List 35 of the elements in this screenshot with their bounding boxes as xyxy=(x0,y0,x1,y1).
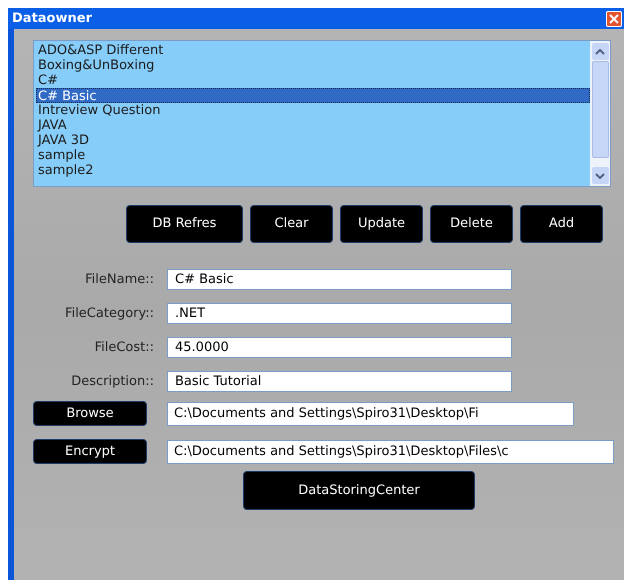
input-field[interactable]: 45.0000 xyxy=(167,337,512,358)
toolbar-button[interactable]: DB Refres xyxy=(126,205,243,243)
field-label: FileCost:: xyxy=(94,338,154,357)
list-item[interactable]: sample xyxy=(38,148,590,163)
window-title: Dataowner xyxy=(12,10,92,28)
list-item[interactable]: Boxing&UnBoxing xyxy=(38,58,590,73)
field-label: FileName:: xyxy=(84,270,154,289)
scroll-up-icon[interactable] xyxy=(592,43,608,60)
list-item[interactable]: JAVA xyxy=(38,118,590,133)
toolbar-button[interactable]: Update xyxy=(340,205,423,243)
list-item[interactable]: sample2 xyxy=(38,163,590,178)
list-item[interactable]: JAVA 3D xyxy=(38,133,590,148)
toolbar-button[interactable]: Delete xyxy=(430,205,513,243)
field-label: Description:: xyxy=(70,372,154,391)
path-field[interactable]: C:\Documents and Settings\Spiro31\Desktop\Files\c xyxy=(167,440,614,464)
file-list[interactable]: ADO&ASP Different Boxing&UnBoxing C# C# Basic Intreview Question JAVA JAVA 3D sample sample2 xyxy=(33,40,611,187)
list-item[interactable]: C# Basic xyxy=(36,88,590,103)
input-field[interactable]: .NET xyxy=(167,303,512,324)
input-field[interactable]: C# Basic xyxy=(167,269,512,290)
toolbar-button[interactable]: Add xyxy=(520,205,603,243)
close-icon xyxy=(609,14,619,24)
list-item[interactable]: C# xyxy=(38,73,590,88)
list-item[interactable]: ADO&ASP Different xyxy=(38,43,590,58)
field-label: FileCategory:: xyxy=(64,304,154,323)
path-field[interactable]: C:\Documents and Settings\Spiro31\Desktop\Fi xyxy=(167,402,574,426)
toolbar-button[interactable]: Clear xyxy=(250,205,333,243)
scroll-thumb[interactable] xyxy=(592,61,608,158)
input-field[interactable]: Basic Tutorial xyxy=(167,371,512,392)
list-item[interactable]: Intreview Question xyxy=(38,103,590,118)
data-storing-center-button[interactable]: DataStoringCenter xyxy=(243,471,475,510)
scrollbar[interactable] xyxy=(590,41,610,186)
path-button[interactable]: Encrypt xyxy=(33,439,147,464)
scroll-down-icon[interactable] xyxy=(592,167,608,184)
close-button[interactable] xyxy=(606,10,622,26)
path-button[interactable]: Browse xyxy=(33,401,147,426)
